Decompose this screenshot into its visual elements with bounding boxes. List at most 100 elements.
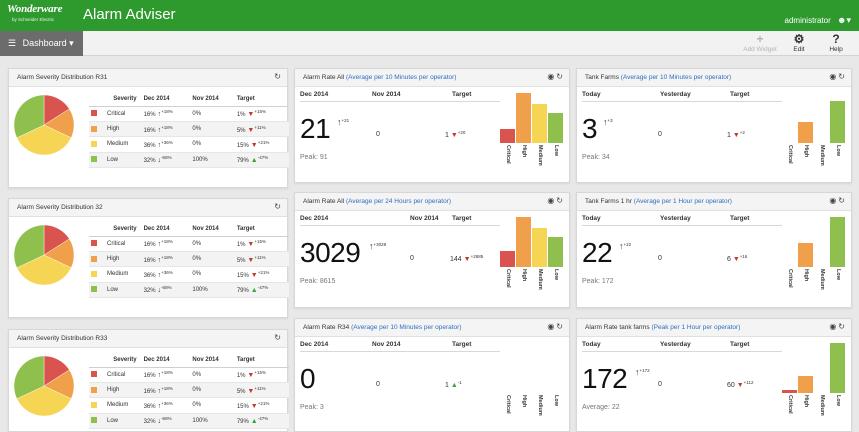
target-delta: +21%	[257, 400, 270, 406]
severity-bar-chart: Critical High Medium Low	[500, 341, 560, 416]
target-value: 15%	[236, 272, 249, 279]
column-header: Yesterday	[660, 91, 691, 98]
panel-subtitle: (Average per 10 Minutes per operator)	[346, 74, 457, 81]
bar-label: Medium	[819, 145, 825, 166]
target-delta: +11%	[254, 124, 266, 130]
dec-delta: +18%	[161, 370, 173, 376]
column-header: Dec 2014	[300, 215, 329, 222]
main-trend: ↑+3029	[369, 241, 386, 251]
eye-icon[interactable]: ◉	[829, 72, 836, 81]
refresh-icon[interactable]: ↻	[556, 72, 563, 81]
bar-label: Medium	[819, 395, 825, 416]
column-header: Nov 2014	[372, 91, 401, 98]
severity-pie-chart	[13, 224, 75, 286]
target-delta: +11%	[254, 385, 266, 391]
refresh-icon[interactable]: ↻	[838, 72, 845, 81]
severity-swatch	[91, 401, 97, 408]
table-row: High 16% ↑+18% 0% 5% ▼+11%	[89, 382, 289, 399]
eye-icon[interactable]: ◉	[547, 72, 554, 81]
target-delta: +20	[457, 130, 466, 135]
peak-value: Peak: 3	[300, 404, 324, 411]
user-icon: ☻▾	[837, 15, 851, 25]
severity-name: Critical	[105, 236, 142, 252]
bar-high	[798, 122, 813, 143]
question-icon: ?	[832, 32, 840, 46]
severity-panel: Alarm Severity Distribution 32 ↻ Severity D…	[8, 198, 289, 318]
eye-icon[interactable]: ◉	[547, 196, 554, 205]
target-value-block: 60 ▼+112	[727, 380, 753, 389]
bar-label: Low	[553, 269, 559, 280]
user-menu[interactable]: administrator ☻▾	[785, 15, 851, 26]
thumbs-down-icon: ▼	[730, 132, 740, 139]
refresh-icon[interactable]: ↻	[274, 333, 281, 342]
refresh-icon[interactable]: ↻	[274, 72, 281, 81]
severity-name: Low	[105, 413, 142, 430]
refresh-icon[interactable]: ↻	[556, 322, 563, 331]
bar-label: Low	[553, 395, 559, 406]
table-header-row: Severity Dec 2014 Nov 2014 Target	[89, 354, 289, 368]
bar-label: Critical	[505, 269, 511, 288]
previous-value: 0	[410, 255, 414, 262]
severity-bar-chart: Critical High Medium Low	[500, 91, 563, 166]
eye-icon[interactable]: ◉	[829, 322, 836, 331]
severity-name: Medium	[105, 136, 142, 153]
column-header: Today	[582, 341, 601, 348]
column-header: Yesterday	[660, 341, 691, 348]
peak-value: Peak: 172	[582, 278, 614, 285]
add-widget-button[interactable]: + Add Widget	[738, 32, 782, 55]
eye-icon[interactable]: ◉	[829, 196, 836, 205]
divider	[582, 351, 782, 352]
panel-actions: ↻	[272, 333, 281, 342]
dec-value: 36%	[143, 403, 156, 410]
table-row: Medium 36% ↑+36% 0% 15% ▼+21%	[89, 397, 289, 414]
bar-label: Medium	[537, 395, 543, 416]
column-header: Target	[234, 93, 289, 107]
severity-name: High	[105, 251, 142, 268]
panel-header: Alarm Rate R34 (Average per 10 Minutes p…	[295, 319, 569, 337]
help-button[interactable]: ? Help	[814, 32, 858, 55]
app-header: Wonderware by Schneider Electric Alarm A…	[0, 0, 859, 31]
nov-value: 0%	[190, 382, 235, 399]
dashboard-menu-button[interactable]: ☰ Dashboard ▾	[0, 31, 83, 56]
column-header: Today	[582, 91, 601, 98]
dec-value: 36%	[143, 142, 156, 149]
severity-swatch-cell	[89, 282, 105, 299]
dec-value-cell: 16% ↑+18%	[141, 121, 191, 138]
target-delta: -47%	[257, 285, 269, 291]
severity-name: High	[105, 382, 142, 399]
refresh-icon[interactable]: ↻	[274, 202, 281, 211]
panel-header: Tank Farms 1 hr (Average per 1 Hour per …	[577, 193, 851, 211]
bar-label: High	[803, 395, 809, 408]
dec-value-cell: 16% ↑+18%	[141, 382, 191, 399]
column-header: Nov 2014	[372, 341, 401, 348]
refresh-icon[interactable]: ↻	[838, 196, 845, 205]
refresh-icon[interactable]: ↻	[838, 322, 845, 331]
bar-high	[798, 243, 813, 267]
main-trend: ↑+172	[635, 367, 650, 377]
target-value-block: 1 ▼+2	[727, 130, 745, 139]
main-value: 22	[582, 237, 613, 268]
severity-pie-chart	[13, 94, 75, 156]
target-value-cell: 15% ▼+21%	[234, 266, 289, 283]
severity-swatch-cell	[89, 251, 105, 268]
main-trend: ↑+3	[603, 117, 613, 127]
main-trend: ↑+21	[337, 117, 349, 127]
bar-low	[830, 343, 845, 393]
panel-title: Alarm Rate All	[303, 74, 345, 81]
dashboard-label: Dashboard	[22, 38, 67, 48]
target-value-cell: 79% ▲-47%	[234, 282, 289, 299]
severity-name: Low	[105, 282, 142, 299]
bar-label: Critical	[787, 145, 793, 164]
divider	[300, 101, 500, 102]
panel-header: Alarm Severity Distribution R31 ↻	[9, 69, 287, 87]
nov-value: 0%	[190, 106, 235, 122]
panel-actions: ◉ ↻	[545, 72, 563, 81]
refresh-icon[interactable]: ↻	[556, 196, 563, 205]
main-value: 21	[300, 113, 331, 144]
severity-swatch-cell	[89, 266, 105, 283]
severity-swatch-cell	[89, 121, 105, 138]
target-delta: +11%	[254, 254, 266, 260]
thumbs-down-icon: ▼	[461, 256, 471, 263]
dec-value: 16%	[143, 373, 156, 380]
eye-icon[interactable]: ◉	[547, 322, 554, 331]
